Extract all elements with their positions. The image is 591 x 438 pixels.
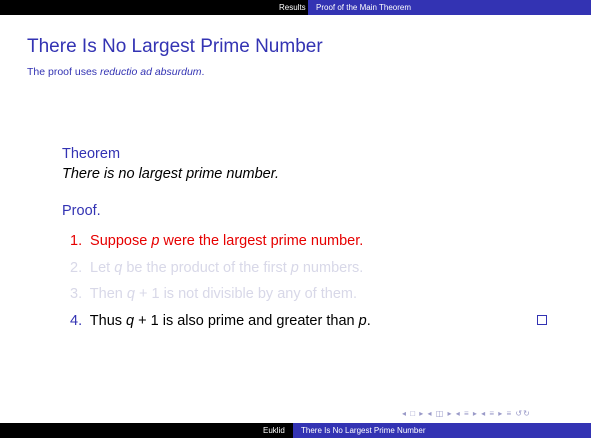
navigation-symbols[interactable]: ◂ □ ▸ ◂ ◫ ▸ ◂ ≡ ▸ ◂ ≡ ▸ ≡ ↺↻	[402, 409, 531, 418]
step-text: Then	[89, 286, 127, 302]
step-text: .	[366, 313, 371, 329]
step-number: 2.	[70, 260, 83, 276]
math-var: p	[358, 313, 367, 329]
proof-step-4: 4. Thus q + 1 is also prime and greater …	[70, 313, 371, 329]
step-text: numbers.	[298, 260, 364, 276]
footer-title: There Is No Largest Prime Number	[301, 426, 426, 435]
nav-section-results[interactable]: Results	[279, 3, 306, 12]
qed-square-icon	[537, 315, 547, 325]
proof-heading: Proof.	[62, 203, 101, 219]
step-number: 1.	[70, 233, 83, 249]
subtitle-emphasis: reductio ad absurdum	[99, 66, 202, 78]
step-number: 3.	[70, 286, 83, 302]
step-text: + 1 is not divisible by any of them.	[134, 286, 357, 302]
footer-author: Euklid	[263, 426, 285, 435]
footer-bar: Euklid There Is No Largest Prime Number	[0, 423, 591, 438]
proof-step-2: 2. Let q be the product of the first p n…	[70, 260, 363, 276]
step-text: Suppose	[90, 233, 152, 249]
theorem-heading: Theorem	[62, 146, 121, 162]
step-text: + 1 is also prime and greater than	[134, 313, 359, 329]
theorem-statement: There is no largest prime number.	[62, 166, 280, 182]
nav-section-current-label: Proof of the Main Theorem	[316, 3, 412, 12]
step-text: Thus	[89, 313, 127, 329]
proof-step-1: 1. Suppose p were the largest prime numb…	[70, 233, 363, 249]
math-var: p	[290, 260, 299, 276]
subtitle-prefix: The proof uses	[27, 66, 100, 78]
nav-section-current[interactable]: Proof of the Main Theorem	[308, 0, 591, 15]
frame-subtitle: The proof uses reductio ad absurdum.	[27, 66, 204, 78]
step-text: Let	[90, 260, 115, 276]
step-text: were the largest prime number.	[159, 233, 364, 249]
subtitle-suffix: .	[201, 66, 205, 78]
math-var: q	[126, 313, 135, 329]
header-bar: Results Proof of the Main Theorem	[0, 0, 591, 15]
math-var: q	[126, 286, 135, 302]
proof-step-3: 3. Then q + 1 is not divisible by any of…	[70, 286, 357, 302]
frame-title: There Is No Largest Prime Number	[27, 36, 323, 57]
step-text: be the product of the first	[122, 260, 291, 276]
footer-title-box: There Is No Largest Prime Number	[293, 423, 591, 438]
step-number: 4.	[70, 313, 83, 329]
